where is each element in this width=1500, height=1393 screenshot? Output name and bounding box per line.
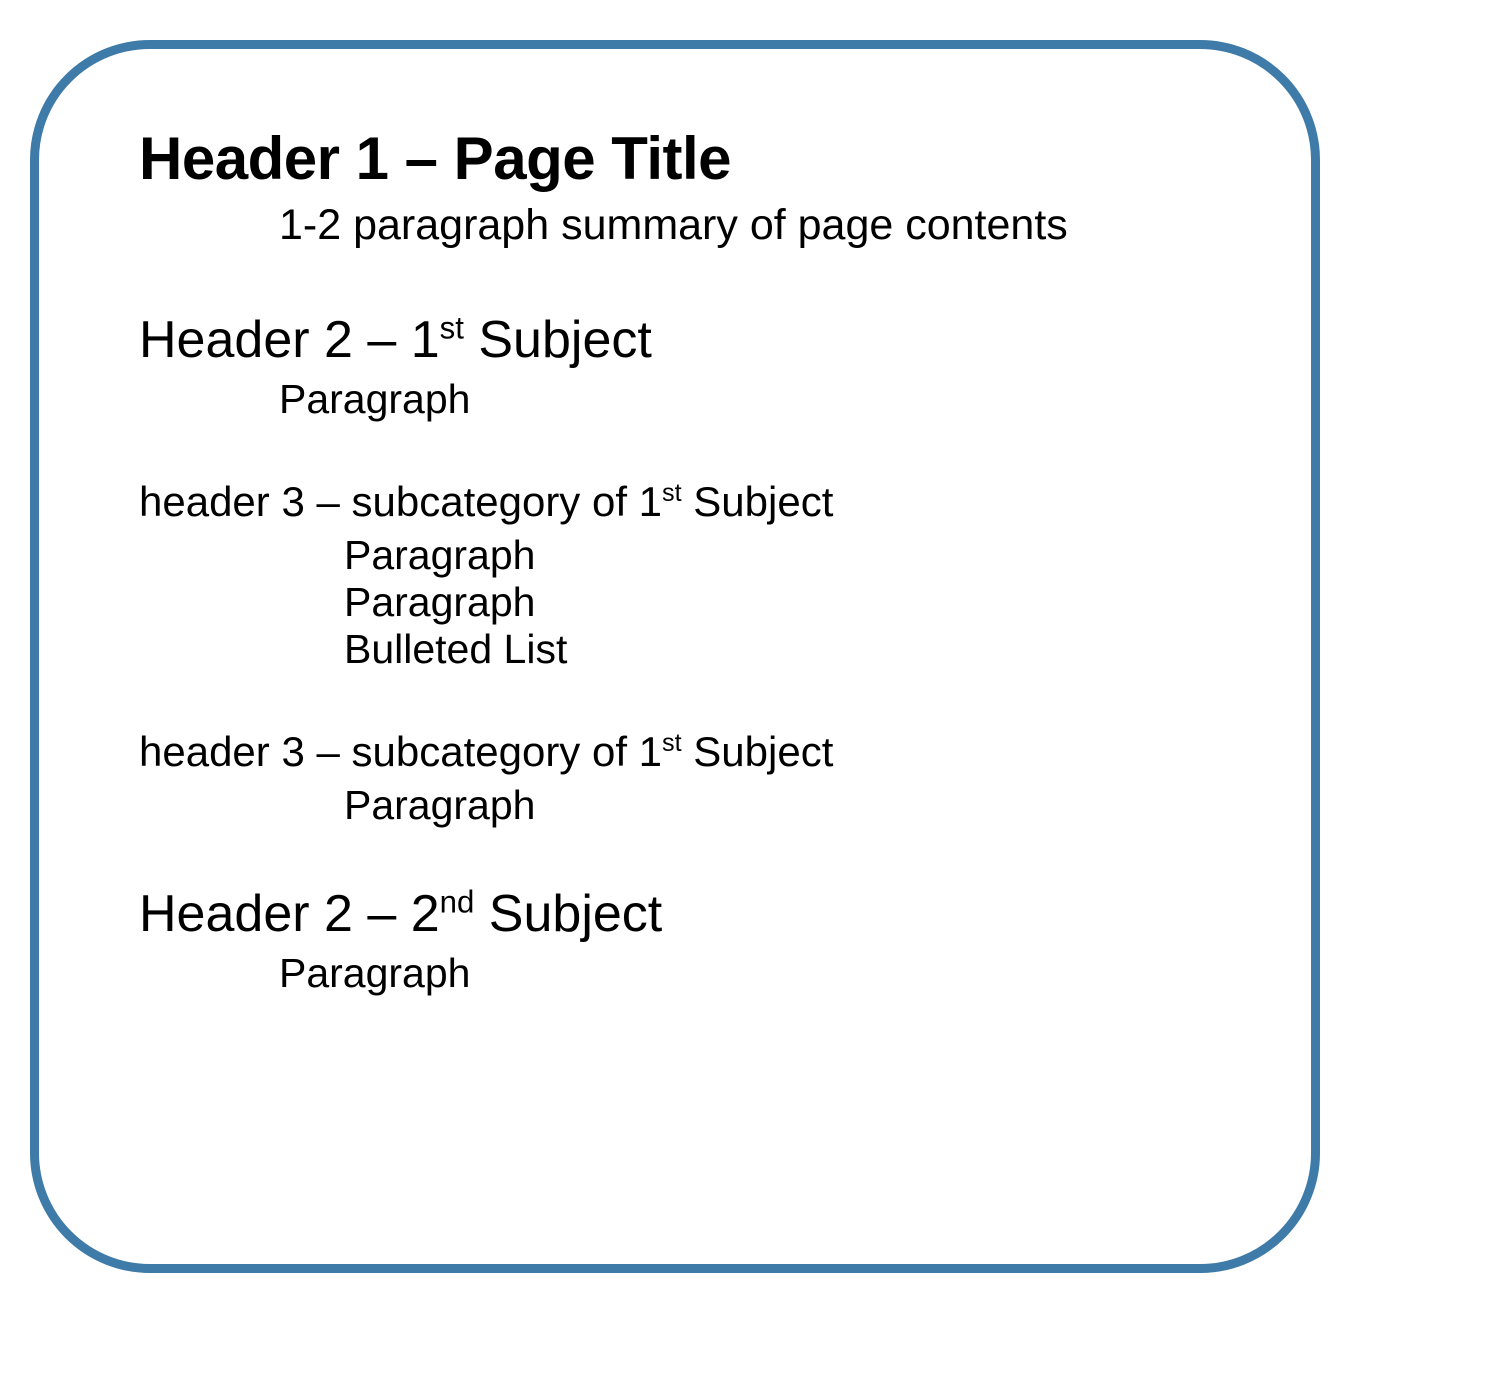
paragraph-text: Paragraph (279, 376, 1251, 423)
ordinal-superscript: st (662, 479, 682, 507)
paragraph-text: Paragraph (344, 532, 1251, 579)
header-2-second-subject: Header 2 – 2nd Subject (139, 884, 1251, 944)
bulleted-list-text: Bulleted List (344, 626, 1251, 673)
header-2-second-subject-pre: Header 2 – 2 (139, 885, 440, 943)
header-3-subcategory-a-pre: header 3 – subcategory of 1 (139, 478, 662, 525)
header-1-page-title: Header 1 – Page Title (139, 124, 1251, 193)
ordinal-superscript: st (662, 729, 682, 757)
ordinal-superscript: st (440, 311, 464, 346)
document-frame: Header 1 – Page Title 1-2 paragraph summ… (30, 40, 1320, 1273)
header-2-first-subject: Header 2 – 1st Subject (139, 310, 1251, 370)
header-3-subcategory-a: header 3 – subcategory of 1st Subject (139, 478, 1251, 526)
header-2-first-subject-post: Subject (464, 311, 652, 369)
header-3-subcategory-b: header 3 – subcategory of 1st Subject (139, 728, 1251, 776)
paragraph-text: Paragraph (344, 579, 1251, 626)
header-2-second-subject-post: Subject (474, 885, 662, 943)
page-summary: 1-2 paragraph summary of page contents (279, 201, 1251, 250)
header-2-first-subject-pre: Header 2 – 1 (139, 311, 440, 369)
header-3-subcategory-a-post: Subject (682, 478, 834, 525)
paragraph-text: Paragraph (344, 782, 1251, 829)
header-3-subcategory-b-pre: header 3 – subcategory of 1 (139, 728, 662, 775)
paragraph-text: Paragraph (279, 950, 1251, 997)
header-3-subcategory-b-post: Subject (682, 728, 834, 775)
ordinal-superscript: nd (440, 885, 475, 920)
